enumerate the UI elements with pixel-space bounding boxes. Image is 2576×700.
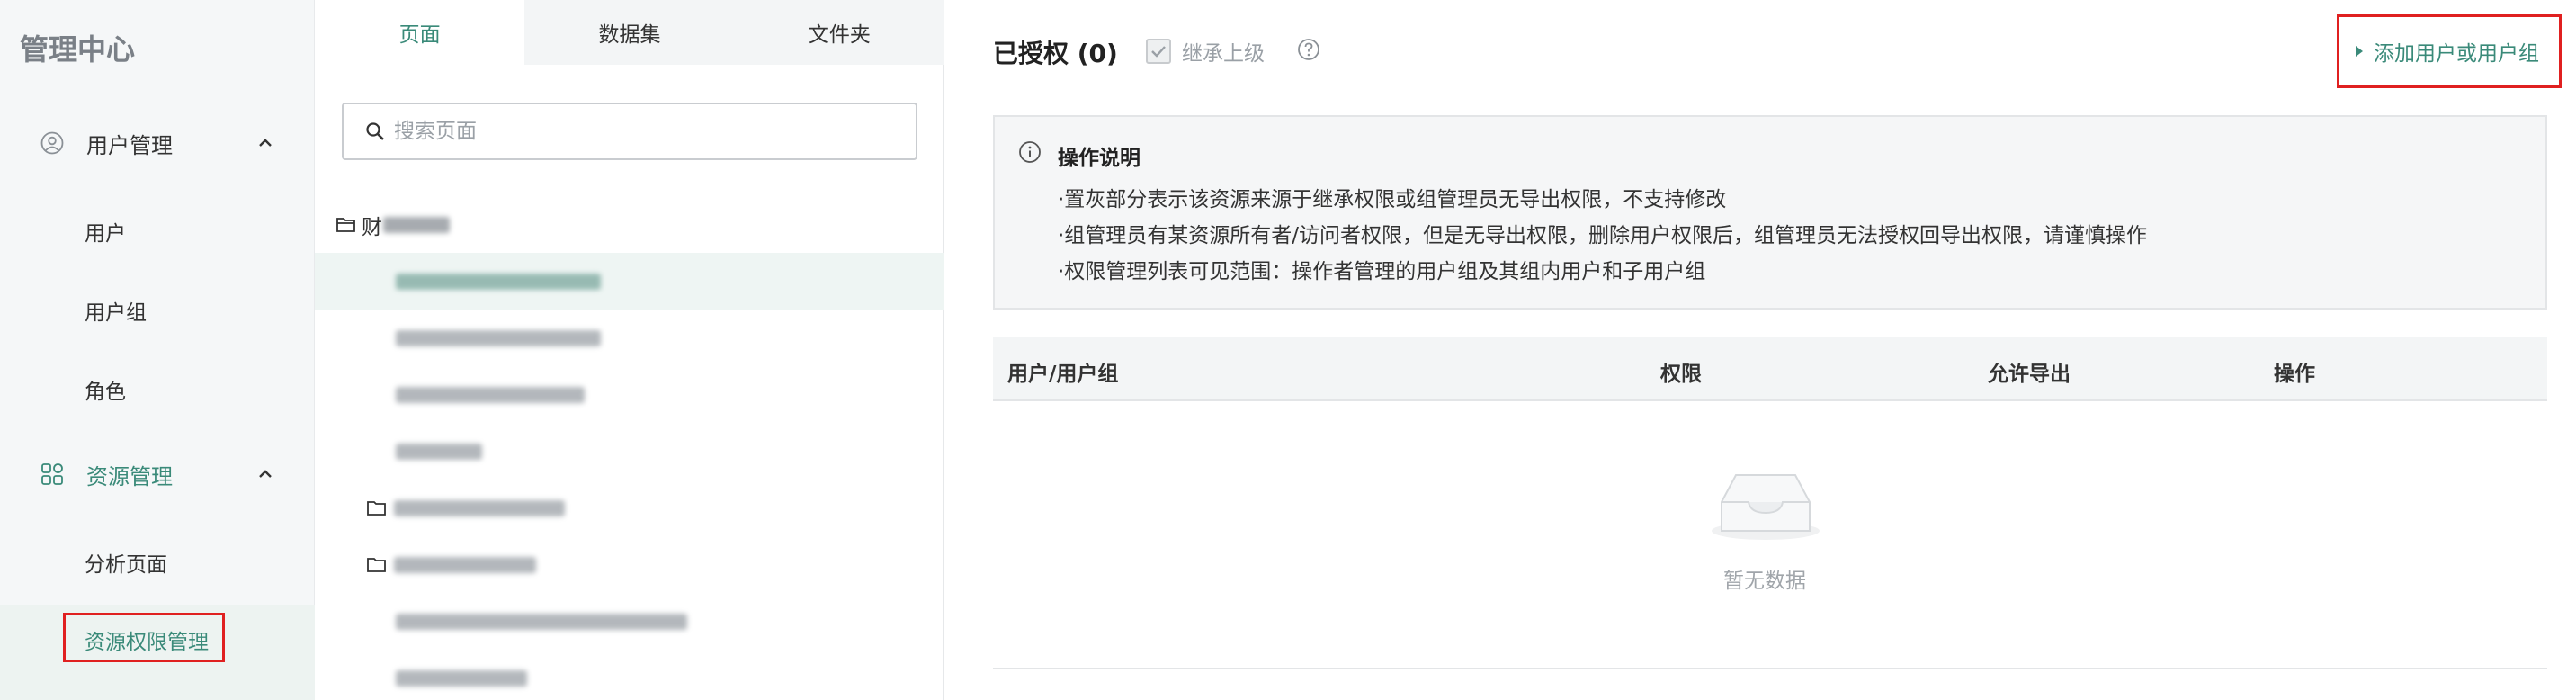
resource-tabs: 页面 数据集 文件夹 — [315, 0, 944, 65]
blurred-text — [383, 216, 450, 233]
tree-item[interactable] — [315, 423, 944, 480]
sidebar-item-users[interactable]: 用户 — [85, 216, 126, 247]
inherit-label: 继承上级 — [1182, 42, 1265, 66]
grid-icon — [40, 462, 65, 487]
search-input[interactable] — [394, 120, 898, 143]
sidebar-group-user-management[interactable]: 用户管理 — [0, 112, 315, 175]
instruction-line: ·组管理员有某资源所有者/访问者权限，但是无导出权限，删除用户权限后，组管理员无… — [1058, 224, 2148, 247]
tree-item[interactable] — [315, 310, 944, 366]
folder-icon — [367, 557, 387, 573]
chevron-up-icon — [255, 464, 275, 484]
user-circle-icon — [40, 130, 65, 156]
caret-right-icon — [2356, 46, 2363, 57]
tab-datasets[interactable]: 数据集 — [524, 0, 734, 65]
sidebar-title: 管理中心 — [20, 32, 136, 67]
chevron-up-icon — [255, 133, 275, 153]
blurred-text — [396, 386, 585, 403]
blurred-text — [396, 669, 527, 687]
blurred-text — [394, 499, 565, 516]
sidebar: 管理中心 用户管理 用户 用户组 角色 资源管理 分析页面 资源权限管理 — [0, 0, 315, 700]
search-icon — [365, 121, 385, 141]
instruction-line: ·置灰部分表示该资源来源于继承权限或组管理员无导出权限，不支持修改 — [1058, 188, 1727, 211]
checkbox-checked-icon — [1146, 39, 1171, 64]
blurred-text — [396, 329, 601, 346]
tree-item-selected[interactable] — [315, 253, 944, 310]
tree-folder-row[interactable] — [315, 480, 944, 536]
column-header-permission: 权限 — [1660, 363, 1702, 386]
add-user-or-group-label: 添加用户或用户组 — [2374, 42, 2539, 66]
table-divider — [993, 668, 2547, 669]
sidebar-group-resource-management[interactable]: 资源管理 — [0, 443, 315, 506]
info-icon — [1018, 140, 1042, 164]
sidebar-item-roles[interactable]: 角色 — [85, 374, 126, 405]
authorized-count-title: 已授权 (0) — [993, 39, 1118, 68]
empty-state-text: 暂无数据 — [1723, 570, 1806, 593]
instruction-line: ·权限管理列表可见范围：操作者管理的用户组及其组内用户和子用户组 — [1058, 260, 1706, 283]
sidebar-group-label: 资源管理 — [86, 463, 173, 489]
blurred-text — [396, 273, 601, 290]
tab-pages[interactable]: 页面 — [315, 0, 525, 65]
sidebar-item-analysis-pages[interactable]: 分析页面 — [85, 547, 167, 578]
tree-item[interactable] — [315, 650, 944, 700]
sidebar-item-user-groups[interactable]: 用户组 — [85, 295, 147, 326]
resource-tree-panel: 页面 数据集 文件夹 财 — [315, 0, 944, 700]
blurred-text — [396, 443, 482, 460]
column-header-actions: 操作 — [2274, 363, 2315, 386]
tree-item[interactable] — [315, 366, 944, 423]
instructions-box: 操作说明 ·置灰部分表示该资源来源于继承权限或组管理员无导出权限，不支持修改 ·… — [993, 115, 2547, 310]
instructions-title: 操作说明 — [1058, 147, 1140, 170]
search-box[interactable] — [342, 103, 917, 160]
tree-root-row[interactable]: 财 — [315, 196, 944, 253]
blurred-text — [394, 556, 536, 573]
table-header: 用户/用户组 权限 允许导出 操作 — [993, 337, 2547, 401]
highlight-box — [63, 613, 225, 662]
tree-root-label: 财 — [362, 215, 382, 239]
tab-folders[interactable]: 文件夹 — [735, 0, 944, 65]
folder-icon — [367, 500, 387, 516]
add-user-or-group-button[interactable]: 添加用户或用户组 — [2337, 14, 2562, 88]
blurred-text — [396, 613, 687, 630]
help-icon[interactable] — [1297, 38, 1320, 61]
column-header-user: 用户/用户组 — [1007, 363, 1119, 386]
sidebar-group-label: 用户管理 — [86, 132, 173, 158]
tree-item[interactable] — [315, 593, 944, 650]
folder-open-icon — [336, 217, 356, 233]
permission-panel: 已授权 (0) 继承上级 添加用户或用户组 操作说明 ·置灰部分表示该资源来源于… — [944, 0, 2576, 700]
column-header-allow-export: 允许导出 — [1988, 363, 2071, 386]
empty-inbox-icon — [1709, 468, 1822, 542]
inherit-checkbox[interactable]: 继承上级 — [1146, 36, 1265, 67]
tree-folder-row[interactable] — [315, 536, 944, 593]
